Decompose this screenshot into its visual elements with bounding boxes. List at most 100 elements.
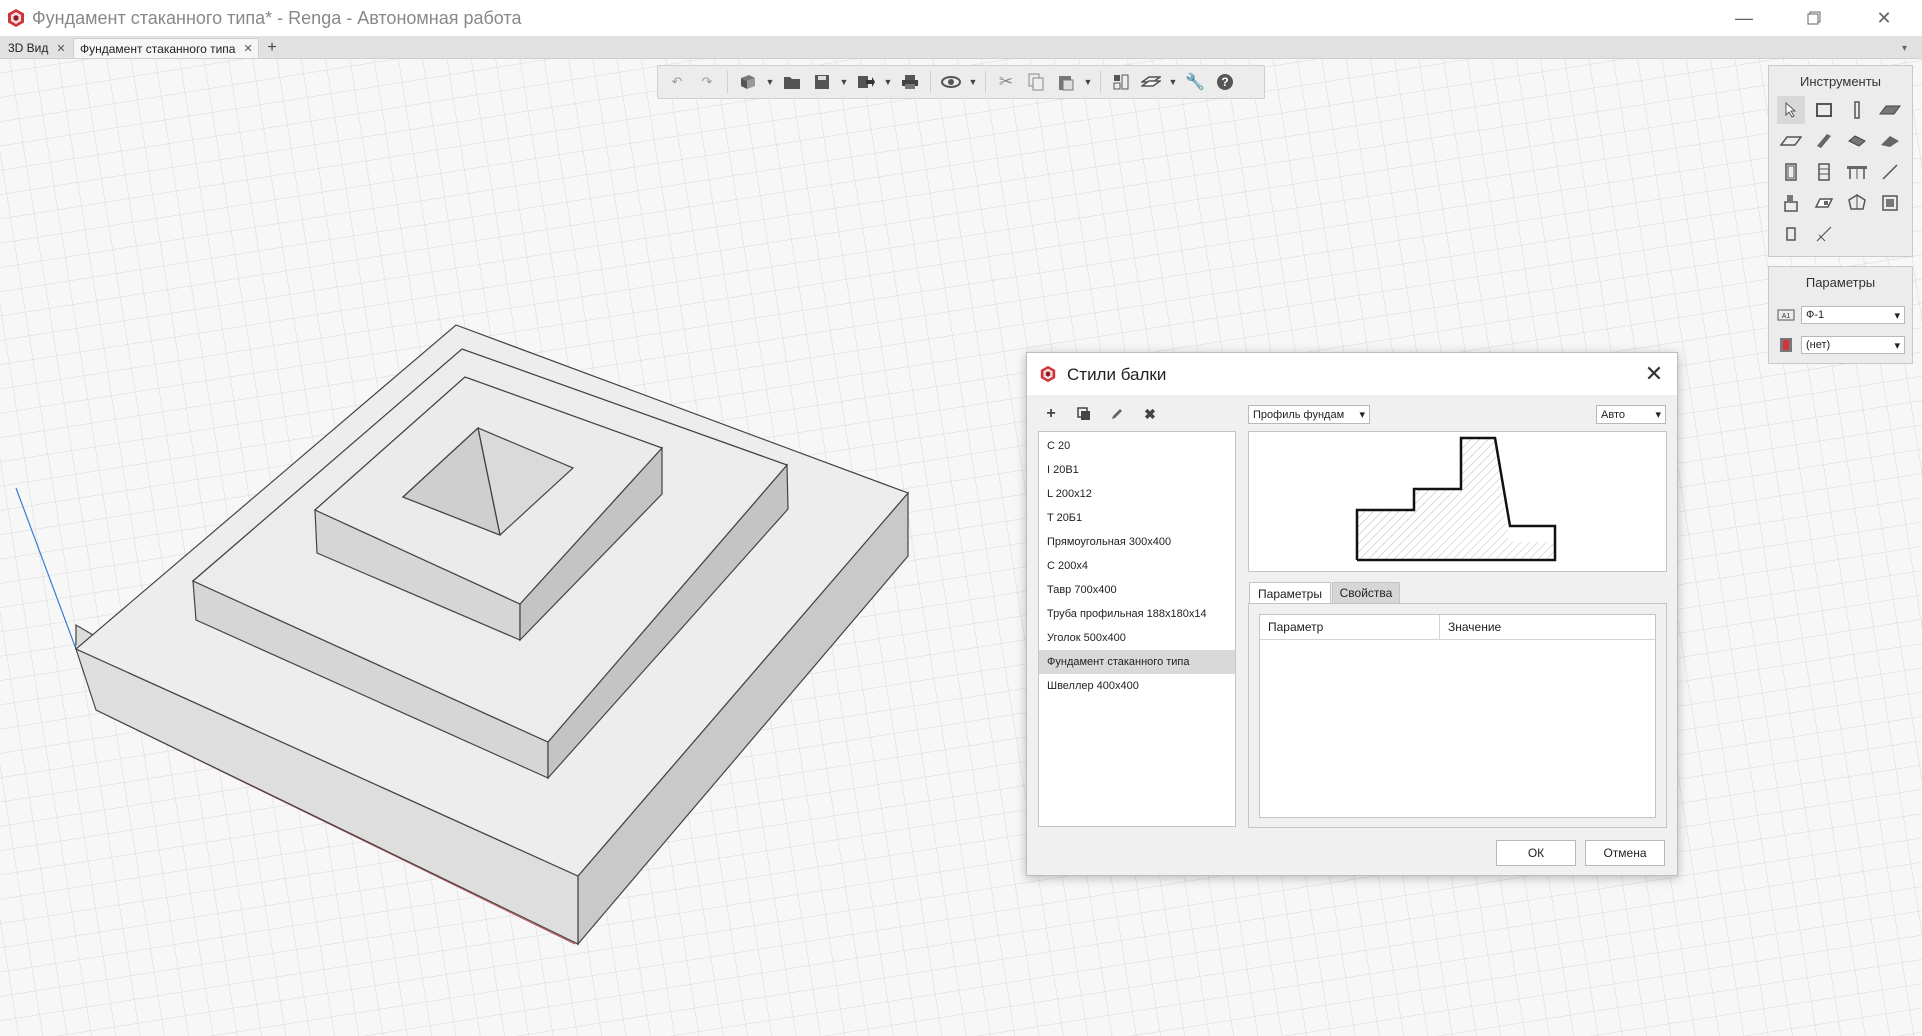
open-folder-icon [784, 77, 800, 89]
svg-text:A1: A1 [1782, 313, 1791, 320]
delete-style-button[interactable]: ✖ [1139, 403, 1161, 425]
help-button[interactable]: ? [1212, 69, 1238, 95]
beam-icon [1817, 134, 1831, 148]
chevron-down-icon[interactable]: ▼ [765, 77, 775, 87]
layers-icon [1113, 74, 1129, 90]
assembly-tool[interactable] [1843, 189, 1871, 217]
mark-tag-icon: A1 [1777, 309, 1795, 321]
restore-button[interactable] [1784, 0, 1844, 36]
duplicate-style-button[interactable] [1073, 403, 1095, 425]
ramp-tool[interactable] [1876, 127, 1904, 155]
chevron-down-icon[interactable]: ▼ [1083, 77, 1093, 87]
3d-view-icon [741, 75, 755, 89]
add-tab-button[interactable]: + [262, 38, 282, 58]
style-list[interactable]: С 20 I 20B1 L 200x12 T 20Б1 Прямоугольная 30… [1038, 431, 1236, 827]
settings-wrench-icon: 🔧 [1185, 74, 1205, 91]
open-button[interactable] [779, 69, 805, 95]
equipment-tool[interactable] [1777, 189, 1805, 217]
delete-x-icon: ✖ [1144, 405, 1156, 422]
edit-style-button[interactable] [1106, 403, 1128, 425]
main-toolbar: ↶ ↷ ▼ ▼ ▼ ▼ ✂ ▼ ▼ 🔧 ? [657, 65, 1265, 99]
tab-foundation[interactable]: Фундамент стаканного типа ✕ [73, 38, 259, 58]
element-icon [1814, 198, 1834, 208]
print-icon [902, 75, 918, 89]
cut-button[interactable]: ✂ [993, 69, 1019, 95]
restore-icon [1807, 11, 1821, 25]
roof-tool[interactable] [1843, 127, 1871, 155]
list-item[interactable]: С 200x4 [1039, 554, 1235, 578]
mark-select[interactable]: Ф-1 ▾ [1801, 306, 1905, 324]
dimension-tool[interactable] [1810, 220, 1838, 248]
print-button[interactable] [897, 69, 923, 95]
undo-button[interactable]: ↶ [664, 69, 690, 95]
minimize-button[interactable]: — [1714, 0, 1774, 36]
list-item[interactable]: Прямоугольная 300x400 [1039, 530, 1235, 554]
door-tool[interactable] [1777, 158, 1805, 186]
visibility-button[interactable] [1138, 69, 1164, 95]
list-item[interactable]: Тавр 700x400 [1039, 578, 1235, 602]
wall-tool[interactable] [1810, 96, 1838, 124]
profile-drawing [1355, 436, 1557, 562]
tab-list-chevron-icon[interactable]: ▾ [1902, 38, 1918, 58]
dialog-close-button[interactable]: ✕ [1639, 361, 1669, 387]
chevron-down-icon[interactable]: ▼ [883, 77, 893, 87]
tab-close-icon[interactable]: ✕ [56, 42, 65, 55]
list-item[interactable]: T 20Б1 [1039, 506, 1235, 530]
slab-tool[interactable] [1876, 96, 1904, 124]
minimize-icon: — [1735, 7, 1753, 28]
floor-tool[interactable] [1777, 127, 1805, 155]
settings-button[interactable]: 🔧 [1182, 69, 1208, 95]
save-icon [815, 75, 829, 89]
stair-tool[interactable] [1843, 158, 1871, 186]
cancel-button[interactable]: Отмена [1585, 840, 1665, 866]
parameters-table[interactable]: Параметр Значение [1259, 614, 1656, 818]
opening-tool[interactable] [1777, 220, 1805, 248]
orbit-button[interactable] [938, 69, 964, 95]
element-tool[interactable] [1810, 189, 1838, 217]
toolbar-separator [727, 71, 728, 93]
list-item[interactable]: Фундамент стаканного типа [1039, 650, 1235, 674]
save-button[interactable] [809, 69, 835, 95]
close-window-button[interactable]: ✕ [1854, 0, 1914, 36]
column-header-parameter: Параметр [1260, 615, 1440, 639]
chevron-down-icon[interactable]: ▼ [968, 77, 978, 87]
list-item[interactable]: I 20B1 [1039, 458, 1235, 482]
floor-icon [1780, 136, 1802, 146]
profile-select[interactable]: Профиль фундам ▾ [1248, 405, 1370, 424]
tab-3d-view[interactable]: 3D Вид ✕ [2, 38, 72, 58]
room-tool[interactable] [1876, 189, 1904, 217]
select-tool[interactable] [1777, 96, 1805, 124]
redo-button[interactable]: ↷ [694, 69, 720, 95]
chevron-down-icon[interactable]: ▼ [839, 77, 849, 87]
tab-parameters[interactable]: Параметры [1249, 582, 1331, 604]
select-icon [1785, 102, 1797, 118]
list-item[interactable]: Швеллер 400x400 [1039, 674, 1235, 698]
scale-select[interactable]: Авто ▾ [1596, 405, 1666, 424]
3d-view-button[interactable] [735, 69, 761, 95]
profile-select-value: Профиль фундам [1253, 408, 1345, 421]
export-button[interactable] [853, 69, 879, 95]
chevron-down-icon[interactable]: ▼ [1168, 77, 1178, 87]
chevron-down-icon: ▾ [1359, 409, 1365, 421]
list-item[interactable]: Труба профильная 188x180x14 [1039, 602, 1235, 626]
paste-button[interactable] [1053, 69, 1079, 95]
material-value: (нет) [1806, 339, 1831, 351]
column-tool[interactable] [1843, 96, 1871, 124]
material-select[interactable]: (нет) ▾ [1801, 336, 1905, 354]
list-item[interactable]: L 200x12 [1039, 482, 1235, 506]
wall-icon [1816, 103, 1832, 117]
window-tool[interactable] [1810, 158, 1838, 186]
line-tool[interactable] [1876, 158, 1904, 186]
beam-tool[interactable] [1810, 127, 1838, 155]
layers-button[interactable] [1108, 69, 1134, 95]
redo-icon: ↷ [701, 74, 713, 89]
list-item[interactable]: Уголок 500x400 [1039, 626, 1235, 650]
copy-button[interactable] [1023, 69, 1049, 95]
slab-icon [1879, 105, 1901, 115]
add-style-button[interactable]: + [1040, 403, 1062, 425]
ok-button[interactable]: ОК [1496, 840, 1576, 866]
dimension-icon [1816, 226, 1832, 242]
tab-properties[interactable]: Свойства [1332, 582, 1400, 604]
tab-close-icon[interactable]: ✕ [243, 42, 252, 55]
list-item[interactable]: С 20 [1039, 434, 1235, 458]
